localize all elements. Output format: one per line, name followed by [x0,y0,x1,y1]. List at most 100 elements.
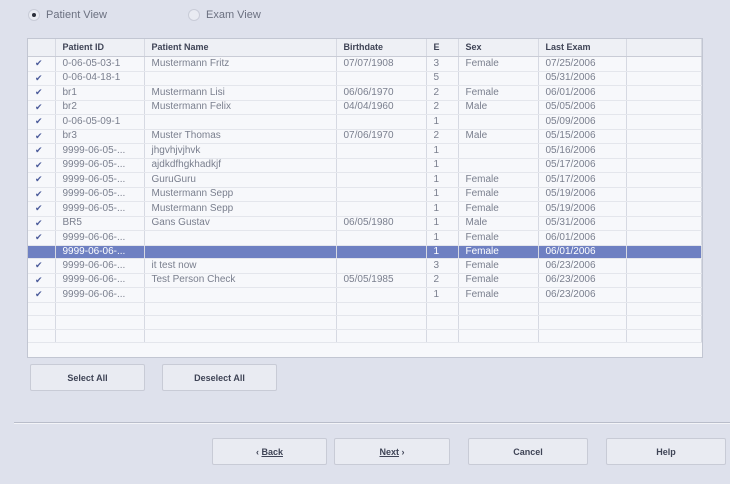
select-all-button[interactable]: Select All [30,364,145,391]
patient-name-cell: Gans Gustav [144,216,337,231]
patient-name-cell: it test now [144,258,337,274]
header-exam-count[interactable]: E [426,39,459,57]
sex-cell: Male [458,100,539,115]
table-row[interactable]: ✔ 9999-06-05-... Mustermann Sepp 1 Female 05/… [28,201,702,217]
header-sex[interactable]: Sex [458,39,539,57]
help-button[interactable]: Help [606,438,726,465]
next-button[interactable]: Next › [334,438,450,465]
radio-selected-icon [28,9,40,21]
deselect-all-button[interactable]: Deselect All [162,364,277,391]
patient-view-radio[interactable]: Patient View [28,9,107,21]
row-checkbox[interactable]: ✔ [28,56,56,72]
filler-cell [626,273,702,288]
sex-cell: Female [458,287,539,303]
row-checkbox[interactable]: ✔ [28,100,56,115]
row-checkbox[interactable]: ✔ [28,129,56,144]
sex-cell: Female [458,172,539,188]
birthdate-cell: 06/05/1980 [336,216,427,231]
table-row[interactable]: ✔ 9999-06-06-... it test now 3 Female 06/23/2… [28,258,702,274]
patient-name-cell [144,287,337,303]
table-row-selected[interactable]: 9999-06-06-... 1 Female 06/01/2006 [28,245,702,259]
patient-name-cell: Test Person Check [144,273,337,288]
checkmark-icon: ✔ [35,174,43,184]
checkmark-icon: ✔ [35,116,43,126]
last-exam-cell: 06/23/2006 [538,287,627,303]
empty-cell [426,315,459,330]
last-exam-cell: 05/16/2006 [538,143,627,159]
patient-name-cell [144,230,337,246]
exam-count-cell: 5 [426,71,459,86]
table-row[interactable]: ✔ 9999-06-06-... 1 Female 06/23/2006 [28,287,702,303]
empty-cell [626,302,702,316]
patient-name-cell: Mustermann Sepp [144,187,337,202]
table-row[interactable]: ✔ 9999-06-05-... jhgvhjvjhvk 1 05/16/2006 [28,143,702,159]
table-row[interactable]: ✔ 0-06-05-09-1 1 05/09/2006 [28,114,702,130]
filler-cell [626,287,702,303]
empty-cell [458,329,539,343]
last-exam-cell: 05/09/2006 [538,114,627,130]
row-checkbox[interactable] [28,245,56,259]
next-label: Next [379,446,399,457]
last-exam-cell: 05/17/2006 [538,158,627,173]
last-exam-cell: 05/05/2006 [538,100,627,115]
header-filler [626,39,702,57]
sex-cell: Female [458,273,539,288]
table-row[interactable]: ✔ br3 Muster Thomas 07/06/1970 2 Male 05/15/20… [28,129,702,144]
row-checkbox[interactable]: ✔ [28,158,56,173]
patient-name-cell: Mustermann Lisi [144,85,337,101]
patient-grid[interactable]: Patient ID Patient Name Birthdate E Sex … [27,38,703,358]
table-row[interactable]: ✔ br1 Mustermann Lisi 06/06/1970 2 Female 06/0… [28,85,702,101]
checkmark-icon: ✔ [35,188,43,199]
row-checkbox[interactable]: ✔ [28,258,56,274]
table-row[interactable]: ✔ 9999-06-05-... ajdkdfhgkhadkjf 1 05/17/200… [28,158,702,173]
row-checkbox[interactable]: ✔ [28,201,56,217]
exam-view-radio[interactable]: Exam View [188,9,261,21]
patient-id-cell: 0-06-04-18-1 [55,71,145,86]
table-row[interactable]: ✔ br2 Mustermann Felix 04/04/1960 2 Male 05/05… [28,100,702,115]
row-checkbox[interactable]: ✔ [28,273,56,288]
birthdate-cell: 04/04/1960 [336,100,427,115]
table-row[interactable]: ✔ 0-06-04-18-1 5 05/31/2006 [28,71,702,86]
table-row[interactable]: ✔ 9999-06-06-... Test Person Check 05/05/19… [28,273,702,288]
row-checkbox[interactable]: ✔ [28,287,56,303]
cancel-button[interactable]: Cancel [468,438,588,465]
back-button[interactable]: ‹ Back [212,438,327,465]
header-patient-id[interactable]: Patient ID [55,39,145,57]
last-exam-cell: 05/31/2006 [538,71,627,86]
header-check-column[interactable] [28,39,56,57]
table-row[interactable]: ✔ BR5 Gans Gustav 06/05/1980 1 Male 05/31/2006 [28,216,702,231]
row-checkbox[interactable]: ✔ [28,114,56,130]
table-row[interactable]: ✔ 9999-06-05-... Mustermann Sepp 1 Female 05/… [28,187,702,202]
header-last-exam[interactable]: Last Exam [538,39,627,57]
header-patient-name[interactable]: Patient Name [144,39,337,57]
row-checkbox[interactable]: ✔ [28,172,56,188]
row-checkbox[interactable]: ✔ [28,216,56,231]
row-checkbox[interactable]: ✔ [28,187,56,202]
row-checkbox[interactable]: ✔ [28,230,56,246]
sex-cell [458,114,539,130]
sex-cell: Female [458,85,539,101]
exam-count-cell: 2 [426,100,459,115]
birthdate-cell [336,172,427,188]
table-row[interactable]: ✔ 0-06-05-03-1 Mustermann Fritz 07/07/1908 3… [28,56,702,72]
empty-cell [458,302,539,316]
empty-cell [144,329,337,343]
sex-cell: Female [458,187,539,202]
birthdate-cell: 07/07/1908 [336,56,427,72]
birthdate-cell [336,158,427,173]
checkmark-icon: ✔ [35,101,43,112]
birthdate-cell: 05/05/1985 [336,273,427,288]
filler-cell [626,158,702,173]
row-checkbox[interactable]: ✔ [28,143,56,159]
table-row[interactable]: ✔ 9999-06-05-... GuruGuru 1 Female 05/17/2006 [28,172,702,188]
table-row[interactable]: ✔ 9999-06-06-... 1 Female 06/01/2006 [28,230,702,246]
row-checkbox[interactable]: ✔ [28,71,56,86]
header-birthdate[interactable]: Birthdate [336,39,427,57]
patient-name-cell: Mustermann Fritz [144,56,337,72]
patient-view-label: Patient View [46,9,107,21]
row-checkbox[interactable]: ✔ [28,85,56,101]
patient-name-cell: Mustermann Felix [144,100,337,115]
checkmark-icon: ✔ [35,203,43,213]
sex-cell [458,143,539,159]
patient-id-cell: 9999-06-06-... [55,245,145,259]
